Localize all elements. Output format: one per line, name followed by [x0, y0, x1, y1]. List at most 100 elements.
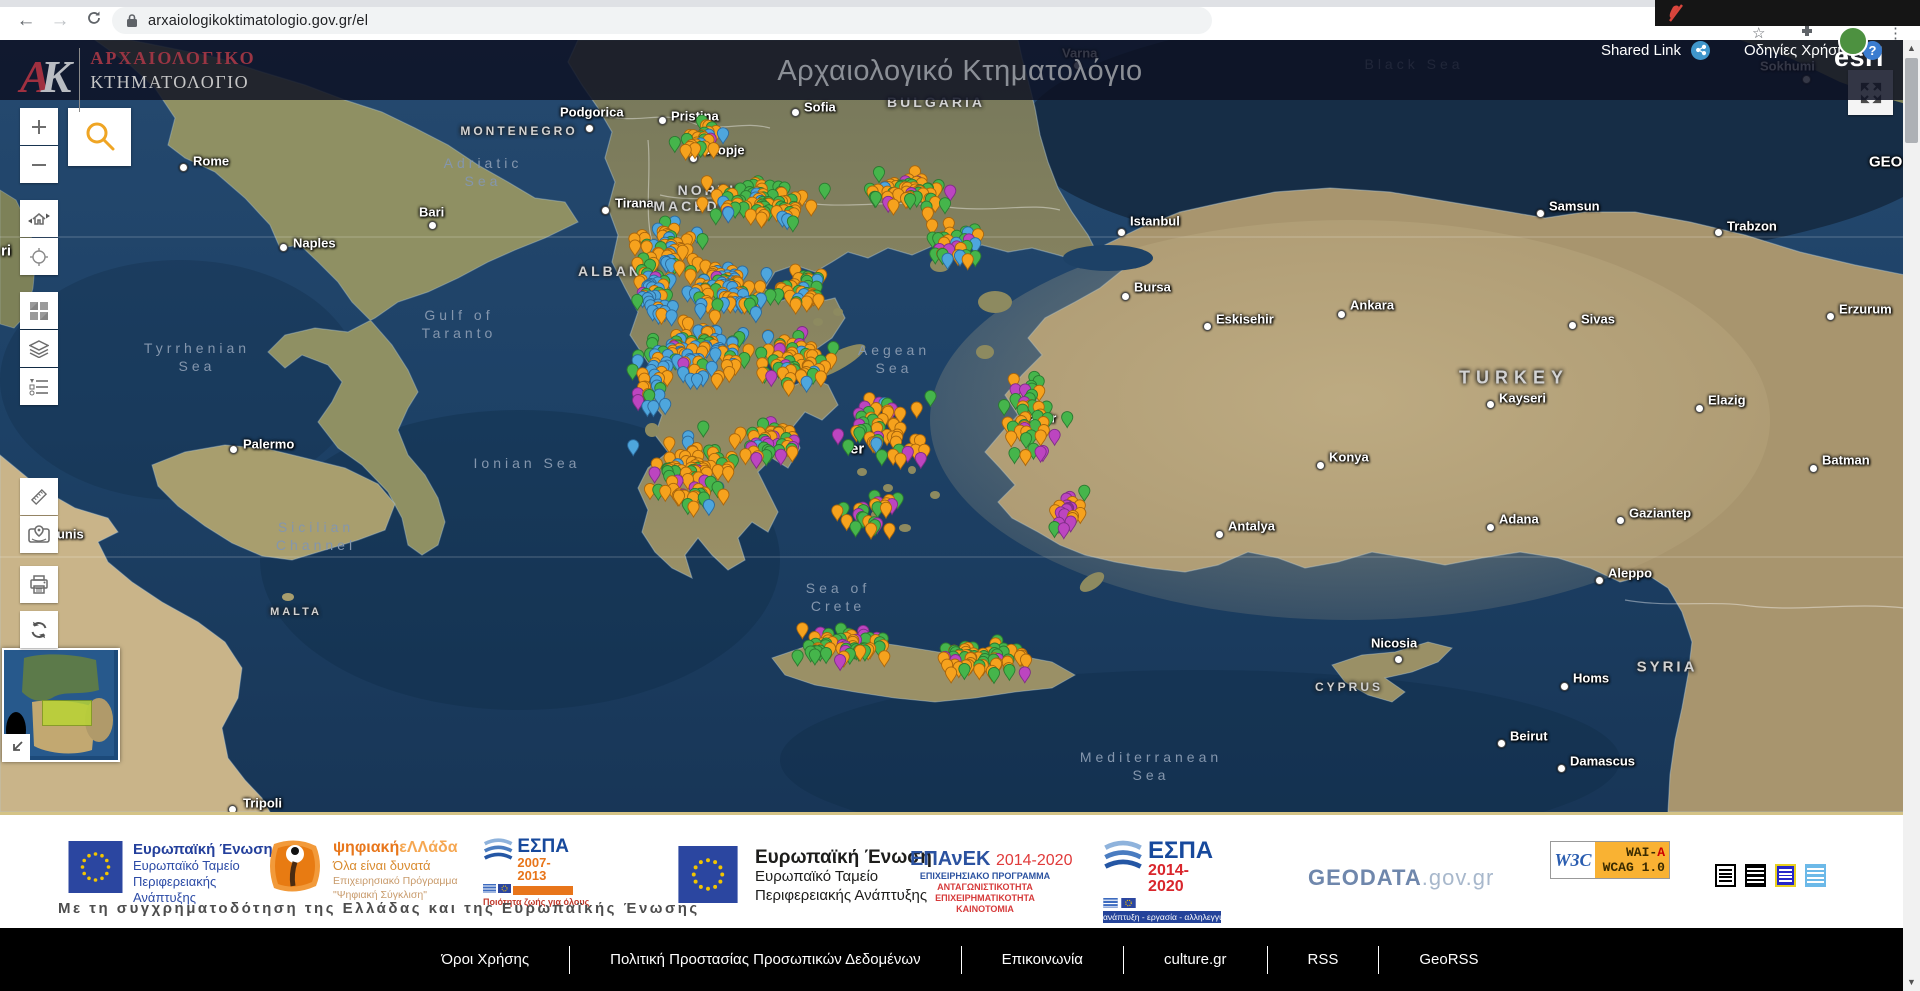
contrast-option-lightblue[interactable]	[1805, 864, 1826, 887]
footer-link-0[interactable]: Όροι Χρήσης	[401, 951, 569, 968]
basemap-gallery-button[interactable]	[20, 292, 58, 329]
my-location-button[interactable]	[20, 238, 58, 275]
map-marker-orange[interactable]	[801, 296, 812, 312]
map-marker-orange[interactable]	[962, 254, 973, 270]
map-marker-magenta[interactable]	[1035, 446, 1046, 462]
map-marker-orange[interactable]	[1020, 450, 1031, 466]
w3c-wcag-badge[interactable]: W3C WAI-A WCAG 1.0	[1550, 841, 1670, 879]
scrollbar-up-arrow[interactable]: ▲	[1903, 40, 1920, 57]
map-marker-orange[interactable]	[806, 200, 817, 216]
overview-extent-box[interactable]	[42, 700, 92, 726]
map-marker-orange[interactable]	[895, 453, 906, 469]
map-marker-magenta[interactable]	[1058, 523, 1069, 539]
map-marker-orange[interactable]	[697, 197, 708, 213]
map-marker-orange[interactable]	[718, 489, 729, 505]
overview-map[interactable]	[2, 648, 120, 762]
footer-link-2[interactable]: Επικοινωνία	[962, 951, 1123, 968]
map-marker-orange[interactable]	[680, 144, 691, 160]
map-marker-orange[interactable]	[729, 434, 740, 450]
locate-on-map-button[interactable]	[20, 516, 58, 553]
app-logo[interactable]: AK ΑΡΧΑΙΟΛΟΓΙΚΟ ΚΤΗΜΑΤΟΛΟΓΙΟ	[20, 48, 256, 112]
map-marker-orange[interactable]	[815, 371, 826, 387]
refresh-button[interactable]	[20, 611, 58, 648]
map-marker-orange[interactable]	[745, 209, 756, 225]
map-marker-orange[interactable]	[974, 664, 985, 680]
map-marker-green[interactable]	[870, 191, 881, 207]
print-button[interactable]	[20, 566, 58, 603]
map-marker-orange[interactable]	[724, 366, 735, 382]
overview-collapse-button[interactable]	[4, 734, 30, 760]
map-marker-orange[interactable]	[629, 240, 640, 256]
map-marker-green[interactable]	[627, 364, 638, 380]
map-marker-magenta[interactable]	[835, 654, 846, 670]
map-marker-orange[interactable]	[865, 523, 876, 539]
map-marker-orange[interactable]	[911, 402, 922, 418]
map-marker-orange[interactable]	[783, 380, 794, 396]
geodata-logo[interactable]: GEODATA.gov.gr	[1308, 865, 1494, 891]
footer-link-1[interactable]: Πολιτική Προστασίας Προσωπικών Δεδομένων	[570, 951, 960, 968]
map-marker-green[interactable]	[792, 650, 803, 666]
map-marker-magenta[interactable]	[915, 452, 926, 468]
map-marker-orange[interactable]	[790, 298, 801, 314]
map-marker-green[interactable]	[1062, 412, 1073, 428]
map-marker-green[interactable]	[787, 216, 798, 232]
map-marker-green[interactable]	[925, 390, 936, 406]
map-marker-magenta[interactable]	[832, 429, 843, 445]
map-marker-blue[interactable]	[666, 310, 677, 326]
map-marker-green[interactable]	[809, 649, 820, 665]
map-marker-green[interactable]	[1004, 664, 1015, 680]
browser-back-button[interactable]: ←	[14, 9, 38, 33]
map-marker-magenta[interactable]	[751, 452, 762, 468]
zoom-out-button[interactable]	[20, 146, 58, 183]
browser-reload-button[interactable]	[82, 9, 106, 33]
map-marker-green[interactable]	[939, 198, 950, 214]
map-marker-orange[interactable]	[1006, 431, 1017, 447]
map-marker-orange[interactable]	[797, 623, 808, 639]
map-marker-orange[interactable]	[740, 449, 751, 465]
map-marker-green[interactable]	[988, 667, 999, 683]
map-marker-green[interactable]	[843, 440, 854, 456]
browser-forward-button[interactable]: →	[48, 9, 72, 33]
map-marker-green[interactable]	[1009, 448, 1020, 464]
contrast-option-light[interactable]	[1715, 864, 1736, 887]
map-marker-blue[interactable]	[717, 128, 728, 144]
map-marker-magenta[interactable]	[1049, 429, 1060, 445]
map-marker-blue[interactable]	[750, 307, 761, 323]
map-marker-orange[interactable]	[879, 651, 890, 667]
search-button[interactable]	[68, 108, 131, 166]
map-marker-green[interactable]	[959, 663, 970, 679]
map-marker-blue[interactable]	[723, 207, 734, 223]
map-marker-orange[interactable]	[888, 199, 899, 215]
map-marker-green[interactable]	[697, 234, 708, 250]
map-marker-orange[interactable]	[756, 212, 767, 228]
map-marker-green[interactable]	[1079, 485, 1090, 501]
map-marker-green[interactable]	[999, 400, 1010, 416]
footer-link-3[interactable]: culture.gr	[1124, 951, 1267, 968]
map-marker-orange[interactable]	[711, 374, 722, 390]
zoom-in-button[interactable]	[20, 108, 58, 145]
contrast-option-blue[interactable]	[1775, 864, 1796, 887]
map-marker-green[interactable]	[710, 209, 721, 225]
map-markers-layer[interactable]	[0, 40, 1920, 812]
address-bar[interactable]: arxaiologikoktimatologio.gov.gr/el	[112, 7, 1212, 34]
extension-icon[interactable]	[1800, 24, 1814, 42]
legend-button[interactable]	[20, 368, 58, 405]
map-marker-orange[interactable]	[946, 667, 957, 683]
map-marker-magenta[interactable]	[775, 449, 786, 465]
map-marker-green[interactable]	[873, 167, 884, 183]
map-marker-blue[interactable]	[695, 303, 706, 319]
map-marker-orange[interactable]	[701, 176, 712, 192]
map-marker-orange[interactable]	[674, 261, 685, 277]
shared-link-label[interactable]: Shared Link	[1601, 42, 1681, 59]
bookmark-star-icon[interactable]: ☆	[1752, 24, 1765, 42]
map-marker-magenta[interactable]	[649, 467, 660, 483]
map-marker-green[interactable]	[819, 183, 830, 199]
map-marker-blue[interactable]	[703, 499, 714, 515]
contrast-option-dark[interactable]	[1745, 864, 1766, 887]
map-marker-blue[interactable]	[691, 373, 702, 389]
map-marker-orange[interactable]	[688, 501, 699, 517]
map-marker-orange[interactable]	[660, 485, 671, 501]
map-marker-green[interactable]	[821, 647, 832, 663]
map-marker-blue[interactable]	[648, 401, 659, 417]
footer-link-5[interactable]: GeoRSS	[1379, 951, 1518, 968]
